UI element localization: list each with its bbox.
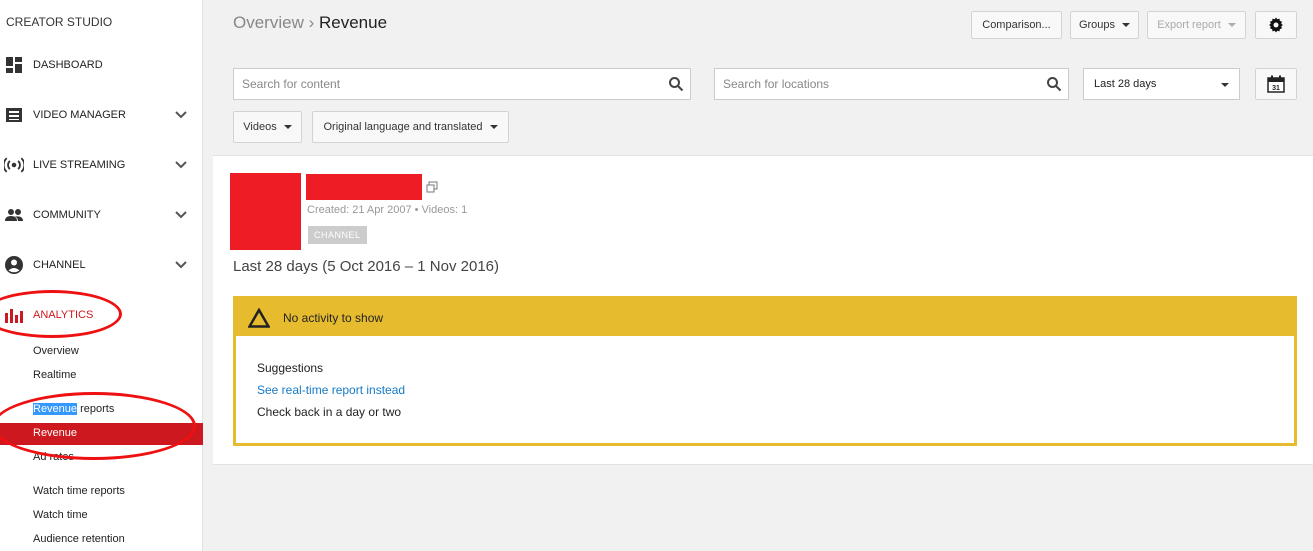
sidebar-item-analytics[interactable]: ANALYTICS — [0, 303, 203, 327]
content-type-dropdown[interactable]: Videos — [233, 111, 302, 143]
sidebar-item-label: VIDEO MANAGER — [33, 109, 126, 121]
sidebar-subitem-overview[interactable]: Overview — [0, 341, 203, 363]
report-card: Created: 21 Apr 2007 • Videos: 1 CHANNEL… — [213, 155, 1313, 465]
search-locations-field[interactable] — [714, 68, 1069, 100]
sidebar-subitem-audience-retention[interactable]: Audience retention — [0, 529, 203, 551]
caret-down-icon — [1221, 83, 1229, 87]
chevron-down-icon[interactable] — [174, 258, 188, 272]
sidebar-item-label: COMMUNITY — [33, 209, 101, 221]
subitem-label: Realtime — [33, 369, 77, 381]
sidebar-item-label: DASHBOARD — [33, 59, 103, 71]
sidebar-item-channel[interactable]: CHANNEL — [0, 253, 203, 277]
sidebar-subitem-realtime[interactable]: Realtime — [0, 365, 203, 387]
sidebar-item-label: ANALYTICS — [33, 309, 94, 321]
subitem-label-rest: reports — [77, 403, 115, 415]
breadcrumb: Overview › Revenue — [233, 13, 387, 33]
realtime-report-link[interactable]: See real-time report instead — [257, 383, 405, 397]
community-icon — [4, 205, 24, 225]
brand-title: CREATOR STUDIO — [6, 15, 113, 29]
settings-button[interactable] — [1255, 11, 1297, 39]
breadcrumb-parent[interactable]: Overview — [233, 13, 304, 32]
sidebar-item-label: LIVE STREAMING — [33, 159, 126, 171]
sidebar-subitem-watch-time-reports[interactable]: Watch time reports — [0, 481, 203, 503]
channel-meta: Created: 21 Apr 2007 • Videos: 1 — [307, 204, 468, 216]
sidebar: CREATOR STUDIO DASHBOARD VIDEO MANAGER L… — [0, 0, 203, 551]
caret-down-icon — [283, 125, 292, 129]
dashboard-icon — [4, 55, 24, 75]
sidebar-subitem-ad-rates[interactable]: Ad rates — [0, 447, 203, 469]
subitem-label: Overview — [33, 345, 79, 357]
no-activity-alert: No activity to show Suggestions See real… — [233, 296, 1297, 446]
chevron-down-icon[interactable] — [174, 158, 188, 172]
button-label: Groups — [1078, 19, 1116, 31]
button-label: Videos — [243, 121, 277, 133]
channel-name-redacted[interactable] — [306, 174, 422, 200]
warning-icon — [248, 308, 270, 328]
channel-thumbnail-redacted[interactable] — [230, 173, 301, 250]
export-report-button[interactable]: Export report — [1147, 11, 1246, 39]
search-locations-input[interactable] — [723, 77, 1024, 91]
svg-text:31: 31 — [1272, 85, 1280, 92]
language-dropdown[interactable]: Original language and translated — [312, 111, 509, 143]
alert-header: No activity to show — [236, 299, 1294, 336]
search-icon[interactable] — [1046, 76, 1062, 92]
calendar-button[interactable]: 31 — [1255, 68, 1297, 100]
caret-down-icon — [1227, 23, 1236, 27]
open-in-new-icon[interactable] — [426, 181, 438, 193]
button-label: Export report — [1157, 19, 1221, 31]
button-label: Comparison... — [982, 19, 1051, 31]
calendar-icon: 31 — [1267, 75, 1285, 93]
caret-down-icon — [1122, 23, 1131, 27]
suggestions-title: Suggestions — [257, 361, 324, 375]
search-icon[interactable] — [668, 76, 684, 92]
button-label: Original language and translated — [323, 121, 483, 133]
report-period: Last 28 days (5 Oct 2016 – 1 Nov 2016) — [233, 258, 499, 275]
suggestion-text: Check back in a day or two — [257, 405, 402, 419]
date-range-select[interactable]: Last 28 days — [1083, 68, 1240, 100]
comparison-button[interactable]: Comparison... — [971, 11, 1062, 39]
sidebar-item-video-manager[interactable]: VIDEO MANAGER — [0, 103, 203, 127]
sidebar-item-dashboard[interactable]: DASHBOARD — [0, 53, 203, 77]
sidebar-subitem-revenue[interactable]: Revenue — [0, 423, 203, 445]
selected-text: Revenue — [33, 403, 78, 415]
sidebar-subitem-revenue-reports[interactable]: Revenue reports — [0, 399, 203, 421]
sidebar-item-community[interactable]: COMMUNITY — [0, 203, 203, 227]
subitem-label: Revenue — [33, 427, 78, 439]
channel-badge: CHANNEL — [308, 226, 367, 244]
sidebar-item-live-streaming[interactable]: LIVE STREAMING — [0, 153, 203, 177]
breadcrumb-current: Revenue — [318, 13, 388, 32]
toolbar-area: Overview › Revenue Comparison... Groups … — [213, 0, 1313, 155]
groups-button[interactable]: Groups — [1070, 11, 1139, 39]
chevron-down-icon[interactable] — [174, 108, 188, 122]
search-content-field[interactable] — [233, 68, 691, 100]
chevron-down-icon[interactable] — [174, 208, 188, 222]
subitem-label: Ad rates — [33, 451, 74, 463]
breadcrumb-separator: › — [303, 13, 319, 32]
subitem-label: Watch time reports — [33, 485, 125, 497]
live-streaming-icon — [4, 155, 24, 175]
subitem-label: Watch time — [33, 509, 88, 521]
subitem-label: Revenue reports — [33, 403, 114, 415]
search-content-input[interactable] — [242, 77, 630, 91]
sidebar-item-label: CHANNEL — [33, 259, 86, 271]
analytics-icon — [4, 305, 24, 325]
date-range-value: Last 28 days — [1094, 78, 1157, 90]
account-circle-icon — [4, 255, 24, 275]
caret-down-icon — [489, 125, 498, 129]
alert-title: No activity to show — [283, 311, 384, 325]
video-manager-icon — [4, 105, 24, 125]
sidebar-subitem-watch-time[interactable]: Watch time — [0, 505, 203, 527]
subitem-label: Audience retention — [33, 533, 125, 545]
gear-icon — [1269, 17, 1283, 33]
